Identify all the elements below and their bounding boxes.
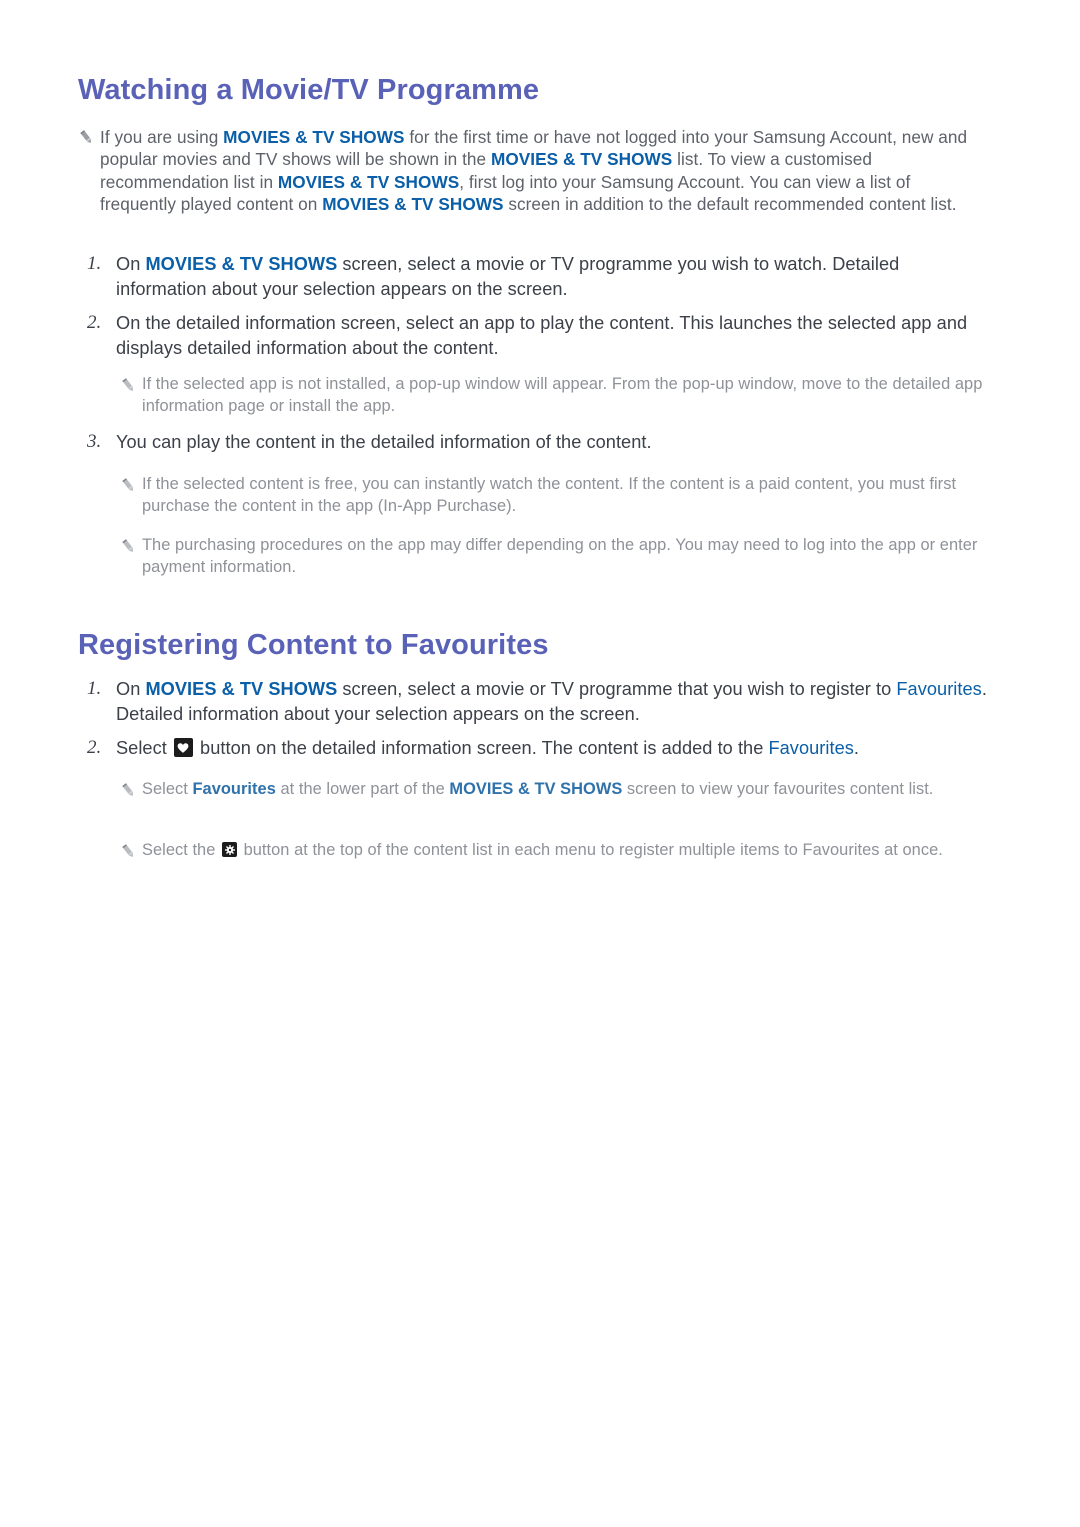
body-text-run: screen in addition to the default recomm…: [503, 194, 957, 215]
note-paragraph: The purchasing procedures on the app may…: [120, 535, 1020, 578]
body-text-run: screen, select a movie or TV programme t…: [337, 679, 897, 699]
note-paragraph: Select Favourites at the lower part of t…: [120, 779, 1010, 801]
keyword-movies-tv-shows: MOVIES & TV SHOWS: [490, 149, 673, 170]
keyword-favourites: Favourites: [768, 738, 854, 758]
body-text-run: button at the top of the content list in…: [239, 841, 943, 859]
body-text-run: .: [853, 738, 860, 758]
body-text-run: at the lower part of the: [275, 780, 450, 798]
pencil-note-icon: [78, 129, 100, 146]
keyword-movies-tv-shows: MOVIES & TV SHOWS: [277, 171, 460, 192]
step-number: 2.: [87, 737, 102, 758]
body-text-run: If the selected app is not installed, a …: [142, 375, 983, 415]
note-text: If the selected app is not installed, a …: [142, 374, 1010, 417]
body-text-run: button on the detailed information scree…: [194, 738, 769, 758]
note-text: If the selected content is free, you can…: [142, 474, 1020, 517]
pencil-note-icon: [120, 843, 142, 860]
note-paragraph: If the selected content is free, you can…: [120, 474, 1020, 517]
settings-gear-button[interactable]: [222, 842, 237, 857]
note-paragraph: Select the button at the top of the cont…: [120, 840, 1010, 862]
keyword-movies-tv-shows: MOVIES & TV SHOWS: [145, 254, 338, 274]
body-text-run: If you are using: [100, 127, 224, 147]
step-number: 3.: [87, 431, 102, 452]
keyword-favourites: Favourites: [896, 679, 982, 699]
keyword-movies-tv-shows: MOVIES & TV SHOWS: [145, 679, 338, 699]
favourites-heart-button[interactable]: [173, 738, 193, 757]
body-text-run: You can play the content in the detailed…: [116, 432, 652, 452]
keyword-emphasis: MOVIES & TV SHOWS: [449, 780, 623, 798]
body-text-run: On: [116, 679, 146, 699]
body-text-run: The purchasing procedures on the app may…: [142, 536, 978, 576]
step-text: You can play the content in the detailed…: [116, 430, 988, 455]
step-number: 1.: [87, 678, 102, 699]
page-title-watching-a-movie-tv-programme: Watching a Movie/TV Programme: [78, 74, 540, 106]
numbered-step: 2. Select button on the detailed informat…: [78, 736, 998, 761]
page-title-registering-content-to-favourites: Registering Content to Favourites: [78, 629, 549, 661]
pencil-note-icon: [120, 477, 142, 494]
body-text-run: Select the: [142, 841, 220, 859]
numbered-step: 1. On MOVIES & TV SHOWS screen, select a …: [78, 252, 988, 301]
pencil-note-icon: [120, 377, 142, 394]
note-text: Select the button at the top of the cont…: [142, 840, 1010, 862]
note-text: If you are using MOVIES & TV SHOWS for t…: [100, 126, 988, 216]
pencil-note-icon: [120, 782, 142, 799]
step-text: On MOVIES & TV SHOWS screen, select a mo…: [116, 252, 988, 301]
note-text: The purchasing procedures on the app may…: [142, 535, 1020, 578]
note-text: Select Favourites at the lower part of t…: [142, 779, 1010, 801]
numbered-step: 1. On MOVIES & TV SHOWS screen, select a …: [78, 677, 988, 726]
body-text-run: screen to view your favourites content l…: [622, 780, 934, 798]
keyword-movies-tv-shows: MOVIES & TV SHOWS: [223, 127, 405, 147]
body-text-run: Select: [142, 780, 193, 798]
note-paragraph: If you are using MOVIES & TV SHOWS for t…: [78, 126, 988, 216]
keyword-emphasis: Favourites: [192, 780, 276, 798]
pencil-note-icon: [120, 538, 142, 555]
step-text: On MOVIES & TV SHOWS screen, select a mo…: [116, 677, 988, 726]
body-text-run: On the detailed information screen, sele…: [116, 313, 968, 358]
document-page: Watching a Movie/TV Programme Registerin…: [0, 0, 1080, 1527]
step-number: 1.: [87, 253, 102, 274]
step-text: Select button on the detailed informatio…: [116, 736, 998, 761]
note-paragraph: If the selected app is not installed, a …: [120, 374, 1010, 417]
step-text: On the detailed information screen, sele…: [116, 311, 998, 360]
step-number: 2.: [87, 312, 102, 333]
keyword-movies-tv-shows: MOVIES & TV SHOWS: [322, 194, 504, 215]
numbered-step: 3. You can play the content in the detail…: [78, 430, 988, 455]
body-text-run: On: [116, 254, 146, 274]
body-text-run: If the selected content is free, you can…: [142, 475, 957, 515]
body-text-run: Select: [116, 738, 172, 758]
numbered-step: 2. On the detailed information screen, se…: [78, 311, 998, 360]
